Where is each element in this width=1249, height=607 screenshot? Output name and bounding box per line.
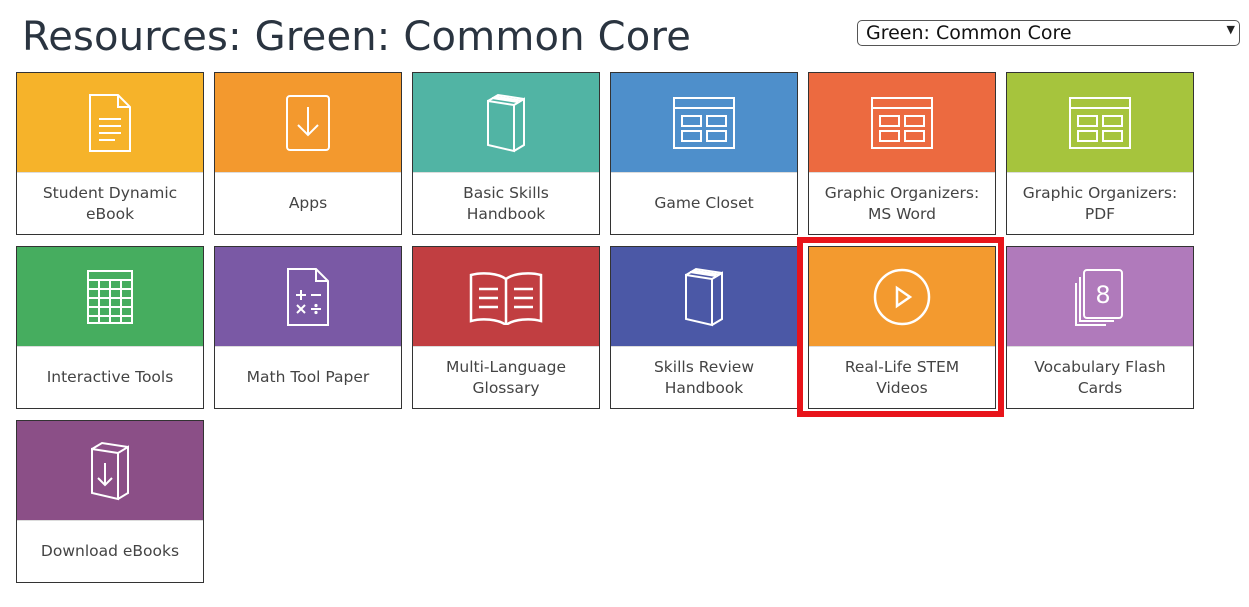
tile-color-panel: 8: [1007, 247, 1193, 347]
tile-label: Basic Skills Handbook: [463, 183, 549, 223]
book-icon: [682, 267, 726, 327]
program-select-value: Green: Common Core: [866, 22, 1072, 44]
tile-graphic-organizers-pdf[interactable]: Graphic Organizers: PDF: [1006, 72, 1194, 235]
tile-color-panel: [17, 247, 203, 347]
open-book-icon: [468, 269, 544, 325]
tile-skills-review-handbook[interactable]: Skills Review Handbook: [610, 246, 798, 409]
tile-vocabulary-flash-cards[interactable]: 8 Vocabulary Flash Cards: [1006, 246, 1194, 409]
tile-color-panel: [809, 247, 995, 347]
grid-window-icon: [672, 96, 736, 150]
tile-color-panel: [215, 73, 401, 173]
tile-label: Multi-Language Glossary: [446, 357, 566, 397]
tile-student-dynamic-ebook[interactable]: Student Dynamic eBook: [16, 72, 204, 235]
tile-multi-language-glossary[interactable]: Multi-Language Glossary: [412, 246, 600, 409]
tile-label: Skills Review Handbook: [653, 357, 755, 397]
tile-graphic-organizers-ms-word[interactable]: Graphic Organizers: MS Word: [808, 72, 996, 235]
tile-basic-skills-handbook[interactable]: Basic Skills Handbook: [412, 72, 600, 235]
tile-color-panel: [413, 73, 599, 173]
tile-game-closet[interactable]: Game Closet: [610, 72, 798, 235]
tile-label: Graphic Organizers: MS Word: [824, 183, 980, 223]
download-icon: [284, 93, 332, 153]
svg-text:8: 8: [1095, 281, 1110, 309]
tile-label: Real-Life STEM Videos: [844, 357, 960, 397]
tile-label: Game Closet: [654, 194, 754, 212]
tile-real-life-stem-videos[interactable]: Real-Life STEM Videos: [797, 237, 1004, 417]
tile-math-tool-paper[interactable]: Math Tool Paper: [214, 246, 402, 409]
calculator-icon: [284, 267, 332, 327]
tile-label: Download eBooks: [40, 542, 180, 560]
grid-window-icon: [870, 96, 934, 150]
tile-label: Math Tool Paper: [246, 368, 370, 386]
page-title: Resources: Green: Common Core: [22, 14, 692, 60]
chevron-down-icon: ▼: [1226, 23, 1235, 36]
tile-color-panel: [809, 73, 995, 173]
resource-grid: Student Dynamic eBook Apps Basic Skills …: [16, 72, 1194, 583]
tile-label: Interactive Tools: [46, 368, 174, 386]
book-icon: [484, 93, 528, 153]
tile-color-panel: [17, 421, 203, 521]
program-select[interactable]: Green: Common Core ▼: [857, 20, 1240, 46]
tile-label: Student Dynamic eBook: [42, 183, 178, 223]
tile-label: Graphic Organizers: PDF: [1022, 183, 1178, 223]
document-icon: [86, 93, 134, 153]
tile-color-panel: [17, 73, 203, 173]
flash-cards-icon: 8: [1074, 267, 1126, 327]
tile-apps[interactable]: Apps: [214, 72, 402, 235]
tile-download-ebooks[interactable]: Download eBooks: [16, 420, 204, 583]
tile-label: Vocabulary Flash Cards: [1034, 357, 1166, 397]
tile-color-panel: [1007, 73, 1193, 173]
tile-interactive-tools[interactable]: Interactive Tools: [16, 246, 204, 409]
tile-color-panel: [611, 73, 797, 173]
tile-color-panel: [611, 247, 797, 347]
grid-window-icon: [1068, 96, 1132, 150]
play-icon: [872, 267, 932, 327]
tile-color-panel: [215, 247, 401, 347]
tile-label: Apps: [288, 194, 328, 212]
tile-color-panel: [413, 247, 599, 347]
book-download-icon: [88, 441, 132, 501]
spreadsheet-icon: [86, 269, 134, 325]
